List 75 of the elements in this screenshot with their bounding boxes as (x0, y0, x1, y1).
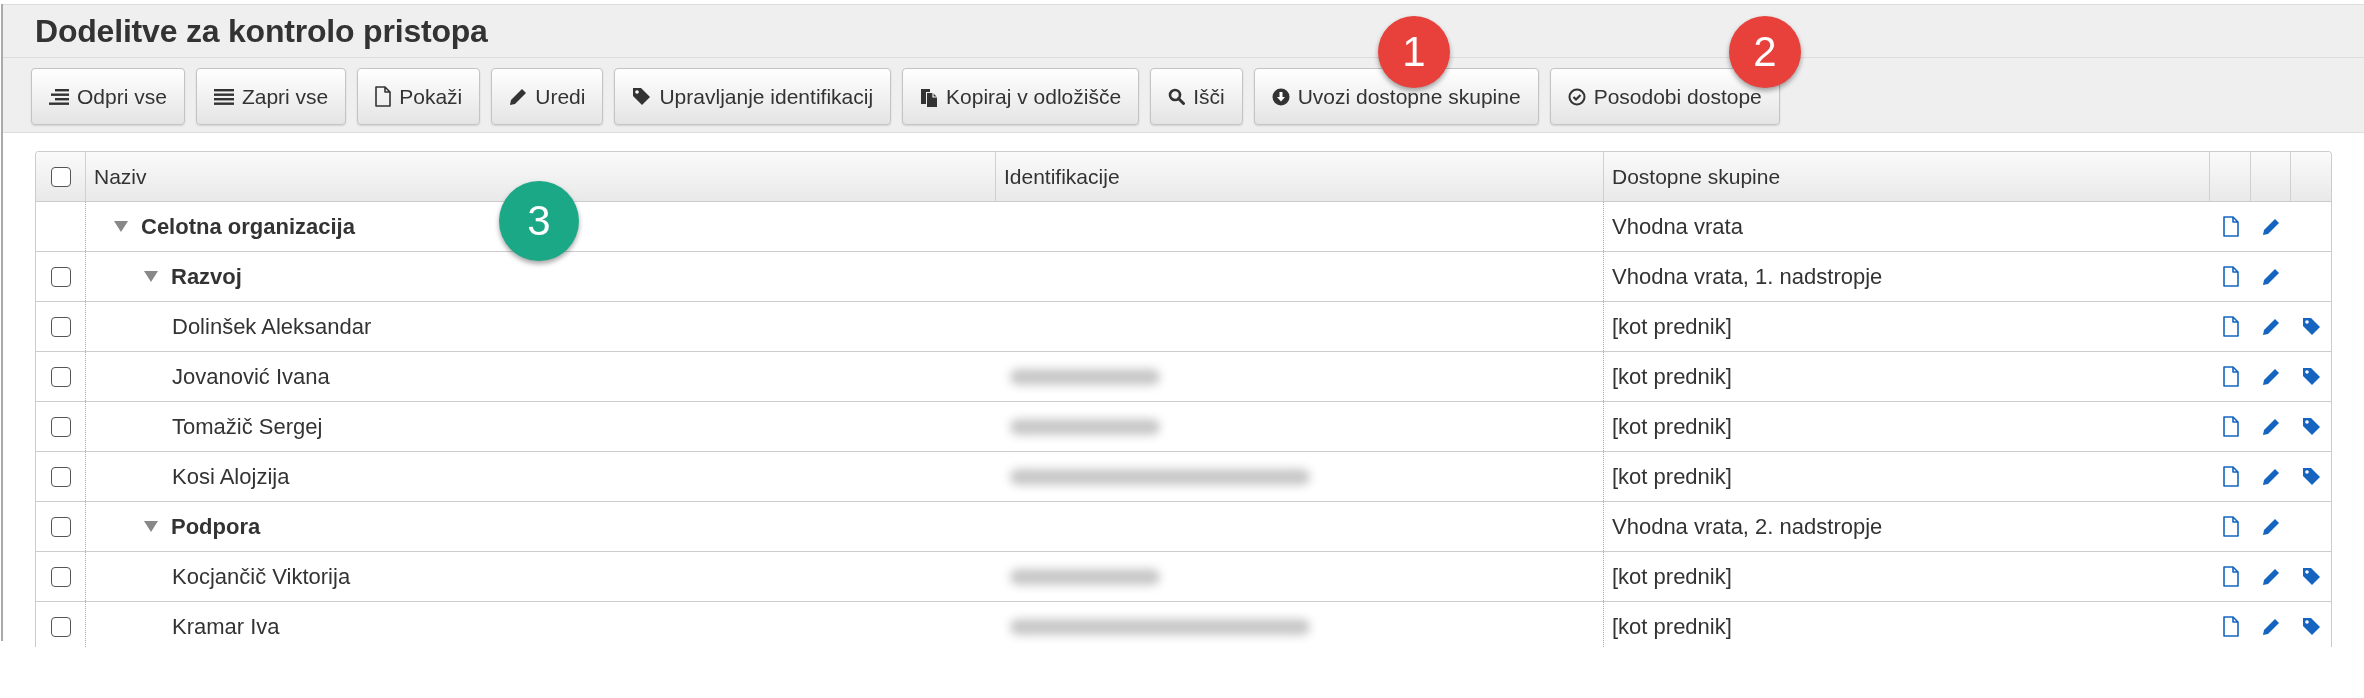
expand-triangle-icon[interactable] (114, 221, 128, 232)
access-groups: [kot prednik] (1612, 463, 1732, 490)
document-icon[interactable] (2222, 366, 2239, 387)
pencil-icon[interactable] (2262, 467, 2280, 486)
expand-triangle-icon[interactable] (144, 521, 158, 532)
access-groups: [kot prednik] (1612, 563, 1732, 590)
toolbar-button[interactable]: Išči (1150, 68, 1243, 125)
pencil-icon[interactable] (2262, 517, 2280, 536)
toolbar-button[interactable]: Uredi (491, 68, 604, 125)
arrow-down-circle-icon (1271, 87, 1290, 106)
access-groups: [kot prednik] (1612, 363, 1732, 390)
pencil-icon[interactable] (2262, 367, 2280, 386)
toolbar-button[interactable]: Zapri vse (195, 68, 347, 125)
document-icon (375, 86, 392, 107)
checkbox[interactable] (50, 466, 71, 487)
person-name: Dolinšek Aleksandar (172, 313, 372, 340)
access-groups: [kot prednik] (1612, 313, 1732, 340)
document-icon[interactable] (2222, 616, 2239, 637)
document-icon[interactable] (2222, 216, 2239, 237)
access-groups: [kot prednik] (1612, 613, 1732, 640)
tag-icon[interactable] (2302, 567, 2321, 586)
person-name: Kramar Iva (172, 613, 280, 640)
toolbar-button[interactable]: Kopiraj v odložišče (902, 68, 1140, 125)
access-groups: [kot prednik] (1612, 413, 1732, 440)
checkbox[interactable] (50, 416, 71, 437)
toolbar-button[interactable]: Uvozi dostopne skupine (1253, 68, 1539, 125)
checkbox[interactable] (50, 266, 71, 287)
toolbar-button[interactable]: Posodobi dostope (1549, 68, 1780, 125)
checkbox[interactable] (50, 366, 71, 387)
page-title: Dodelitve za kontrolo pristopa (35, 12, 488, 50)
pencil-icon[interactable] (2262, 267, 2280, 286)
document-icon[interactable] (2222, 516, 2239, 537)
group-name: Podpora (171, 513, 261, 540)
checkbox[interactable] (50, 516, 71, 537)
tag-icon (632, 87, 652, 106)
pencil-icon[interactable] (2262, 217, 2280, 236)
column-header: Dostopne skupine (1604, 152, 2210, 201)
indent-list-icon (49, 88, 69, 105)
toolbar-button[interactable]: Pokaži (357, 68, 481, 125)
access-groups: Vhodna vrata, 1. nadstropje (1612, 263, 1883, 290)
document-icon[interactable] (2222, 566, 2239, 587)
access-groups: Vhodna vrata, 2. nadstropje (1612, 513, 1883, 540)
person-name: Tomažič Sergej (172, 413, 323, 440)
tag-icon[interactable] (2302, 467, 2321, 486)
tag-icon[interactable] (2302, 367, 2321, 386)
pencil-icon (509, 87, 528, 106)
pencil-icon[interactable] (2262, 617, 2280, 636)
document-icon[interactable] (2222, 316, 2239, 337)
checkbox[interactable] (50, 616, 71, 637)
person-name: Kocjančič Viktorija (172, 563, 351, 590)
check-circle-icon (1567, 87, 1586, 106)
document-icon[interactable] (2222, 266, 2239, 287)
person-name: Kosi Alojzija (172, 463, 290, 490)
checkbox[interactable] (50, 566, 71, 587)
document-icon[interactable] (2222, 416, 2239, 437)
expand-triangle-icon[interactable] (144, 271, 158, 282)
toolbar-button[interactable]: Odpri vse (31, 68, 185, 125)
person-name: Jovanović Ivana (172, 363, 330, 390)
document-icon[interactable] (2222, 466, 2239, 487)
checkbox[interactable] (50, 316, 71, 337)
search-icon (1168, 88, 1186, 105)
pencil-icon[interactable] (2262, 567, 2280, 586)
copy-icon (920, 86, 939, 107)
pencil-icon[interactable] (2262, 317, 2280, 336)
access-groups: Vhodna vrata (1612, 213, 1743, 240)
pencil-icon[interactable] (2262, 417, 2280, 436)
column-header: Identifikacije (996, 152, 1604, 201)
tag-icon[interactable] (2302, 317, 2321, 336)
group-name: Razvoj (171, 263, 242, 290)
checkbox[interactable] (50, 166, 71, 187)
tag-icon[interactable] (2302, 417, 2321, 436)
tag-icon[interactable] (2302, 617, 2321, 636)
group-name: Celotna organizacija (141, 213, 355, 240)
list-icon (213, 88, 234, 105)
toolbar-button[interactable]: Upravljanje identifikacij (614, 68, 892, 125)
